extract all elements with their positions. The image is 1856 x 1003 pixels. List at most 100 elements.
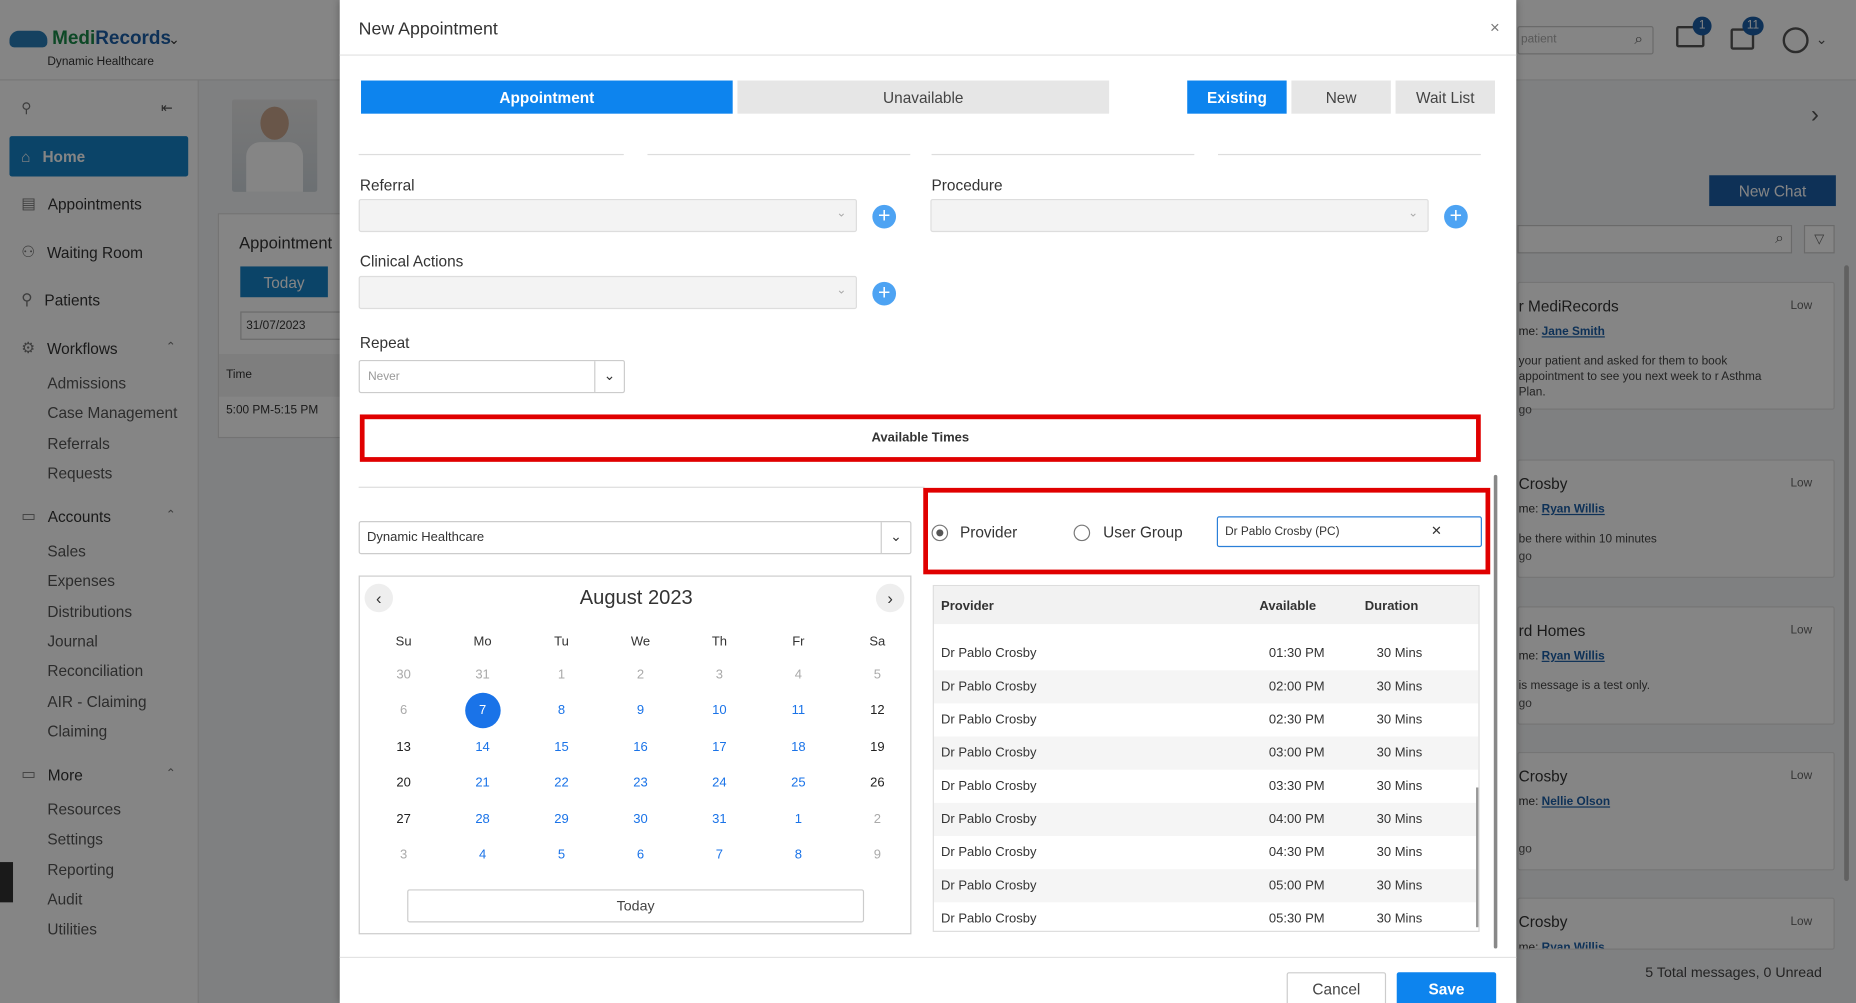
table-row[interactable]: Dr Pablo Crosby 05:00 PM 30 Mins — [933, 869, 1479, 903]
table-row[interactable]: Dr Pablo Crosby 03:00 PM 30 Mins — [933, 736, 1479, 770]
tab-new[interactable]: New — [1291, 80, 1391, 114]
column-header-duration: Duration — [1364, 599, 1419, 614]
calendar-day[interactable]: 17 — [696, 735, 743, 759]
calendar-day[interactable]: 31 — [459, 663, 506, 687]
repeat-select[interactable]: Never ⌄ — [358, 359, 625, 394]
calendar-day[interactable]: 1 — [538, 663, 585, 687]
cell-time: 01:30 PM — [1268, 646, 1325, 661]
modal-title: New Appointment — [358, 18, 498, 40]
calendar-day[interactable]: 6 — [380, 699, 427, 723]
available-times-heading: Available Times — [871, 431, 970, 446]
cell-duration: 30 Mins — [1376, 878, 1423, 893]
calendar-day[interactable]: 13 — [380, 735, 427, 759]
calendar-month-title: August 2023 — [579, 586, 693, 609]
provider-radio-label[interactable]: Provider — [960, 523, 1017, 541]
calendar-day[interactable]: 16 — [617, 735, 664, 759]
calendar-day[interactable]: 18 — [775, 735, 822, 759]
calendar-day[interactable]: 31 — [696, 807, 743, 831]
cell-time: 05:30 PM — [1268, 911, 1325, 927]
location-select[interactable]: Dynamic Healthcare ⌄ — [358, 521, 912, 555]
calendar-day[interactable]: 4 — [459, 843, 506, 867]
calendar-day[interactable]: 7 — [464, 693, 501, 729]
tab-appointment[interactable]: Appointment — [361, 80, 733, 114]
calendar-day[interactable]: 29 — [538, 807, 585, 831]
calendar-day[interactable]: 5 — [854, 663, 901, 687]
calendar-day[interactable]: 3 — [380, 843, 427, 867]
calendar-day[interactable]: 28 — [459, 807, 506, 831]
calendar-day[interactable]: 3 — [696, 663, 743, 687]
user-group-radio-label[interactable]: User Group — [1103, 523, 1183, 541]
referral-select[interactable]: ⌄ — [358, 198, 857, 233]
add-referral-icon[interactable]: + — [872, 204, 897, 229]
save-button[interactable]: Save — [1396, 972, 1497, 1003]
close-icon[interactable]: × — [1490, 18, 1500, 37]
table-row[interactable]: Dr Pablo Crosby 05:30 PM 30 Mins — [934, 902, 1478, 930]
calendar-day[interactable]: 11 — [775, 699, 822, 723]
calendar-day[interactable]: 30 — [380, 663, 427, 687]
cell-provider: Dr Pablo Crosby — [941, 679, 1037, 694]
calendar-day[interactable]: 22 — [538, 771, 585, 795]
table-header: Provider Available Duration — [933, 586, 1479, 625]
available-times-table: Provider Available Duration Dr Pablo Cro… — [932, 584, 1480, 932]
calendar-day[interactable]: 21 — [459, 771, 506, 795]
clear-icon[interactable]: ✕ — [1431, 523, 1442, 539]
weekday-header: Th — [711, 634, 728, 649]
table-row[interactable]: Dr Pablo Crosby 04:00 PM 30 Mins — [933, 802, 1479, 837]
tab-unavailable[interactable]: Unavailable — [737, 80, 1110, 114]
chevron-down-icon: ⌄ — [594, 361, 624, 392]
calendar-today-button[interactable]: Today — [407, 889, 865, 923]
table-scrollbar[interactable] — [1476, 787, 1479, 928]
cell-provider: Dr Pablo Crosby — [941, 746, 1037, 761]
calendar-day[interactable]: 20 — [380, 771, 427, 795]
table-row[interactable]: Dr Pablo Crosby 02:00 PM 30 Mins — [933, 670, 1479, 704]
cell-provider: Dr Pablo Crosby — [941, 779, 1037, 794]
calendar-day[interactable]: 10 — [696, 699, 743, 723]
provider-radio[interactable] — [931, 524, 949, 542]
calendar-day[interactable]: 14 — [459, 735, 506, 759]
new-appointment-modal: New Appointment × Appointment Unavailabl… — [339, 0, 1517, 1003]
table-row[interactable]: Dr Pablo Crosby 01:30 PM 30 Mins — [934, 637, 1478, 670]
calendar-day[interactable]: 27 — [380, 807, 427, 831]
tab-wait-list[interactable]: Wait List — [1395, 80, 1495, 114]
add-clinical-action-icon[interactable]: + — [872, 281, 897, 306]
repeat-value: Never — [368, 370, 400, 384]
calendar-day[interactable]: 25 — [775, 771, 822, 795]
provider-input[interactable]: Dr Pablo Crosby (PC) ✕ — [1216, 516, 1482, 548]
calendar-day[interactable]: 26 — [854, 771, 901, 795]
table-row[interactable]: Dr Pablo Crosby 03:30 PM 30 Mins — [934, 770, 1478, 803]
calendar-day[interactable]: 30 — [617, 807, 664, 831]
calendar-day[interactable]: 1 — [775, 807, 822, 831]
calendar-day[interactable]: 8 — [775, 843, 822, 867]
procedure-select[interactable]: ⌄ — [930, 198, 1429, 233]
cell-time: 02:00 PM — [1268, 679, 1325, 694]
cell-time: 02:30 PM — [1268, 712, 1325, 728]
calendar-day[interactable]: 23 — [617, 771, 664, 795]
calendar-day[interactable]: 2 — [617, 663, 664, 687]
calendar-day[interactable]: 5 — [538, 843, 585, 867]
field-underline — [647, 153, 911, 156]
calendar-day[interactable]: 6 — [617, 843, 664, 867]
cancel-button[interactable]: Cancel — [1286, 972, 1387, 1003]
form-scrollbar[interactable] — [1493, 474, 1498, 949]
calendar-day[interactable]: 19 — [854, 735, 901, 759]
cell-duration: 30 Mins — [1376, 845, 1423, 860]
modal-header-divider — [339, 54, 1517, 56]
calendar-day[interactable]: 9 — [854, 843, 901, 867]
add-procedure-icon[interactable]: + — [1444, 204, 1468, 229]
calendar-day[interactable]: 8 — [538, 699, 585, 723]
next-month-icon[interactable]: › — [875, 583, 905, 613]
table-row[interactable]: Dr Pablo Crosby 02:30 PM 30 Mins — [934, 703, 1478, 736]
cell-duration: 30 Mins — [1376, 779, 1423, 794]
calendar-day[interactable]: 7 — [696, 843, 743, 867]
calendar-day[interactable]: 24 — [696, 771, 743, 795]
table-row[interactable]: Dr Pablo Crosby 04:30 PM 30 Mins — [934, 836, 1478, 869]
user-group-radio[interactable] — [1073, 524, 1091, 542]
calendar-day[interactable]: 12 — [854, 699, 901, 723]
clinical-actions-select[interactable]: ⌄ — [358, 275, 857, 310]
calendar-day[interactable]: 4 — [775, 663, 822, 687]
calendar-day[interactable]: 9 — [617, 699, 664, 723]
tab-existing[interactable]: Existing — [1187, 80, 1287, 114]
calendar-day[interactable]: 15 — [538, 735, 585, 759]
chevron-down-icon: ⌄ — [836, 207, 847, 221]
calendar-day[interactable]: 2 — [854, 807, 901, 831]
